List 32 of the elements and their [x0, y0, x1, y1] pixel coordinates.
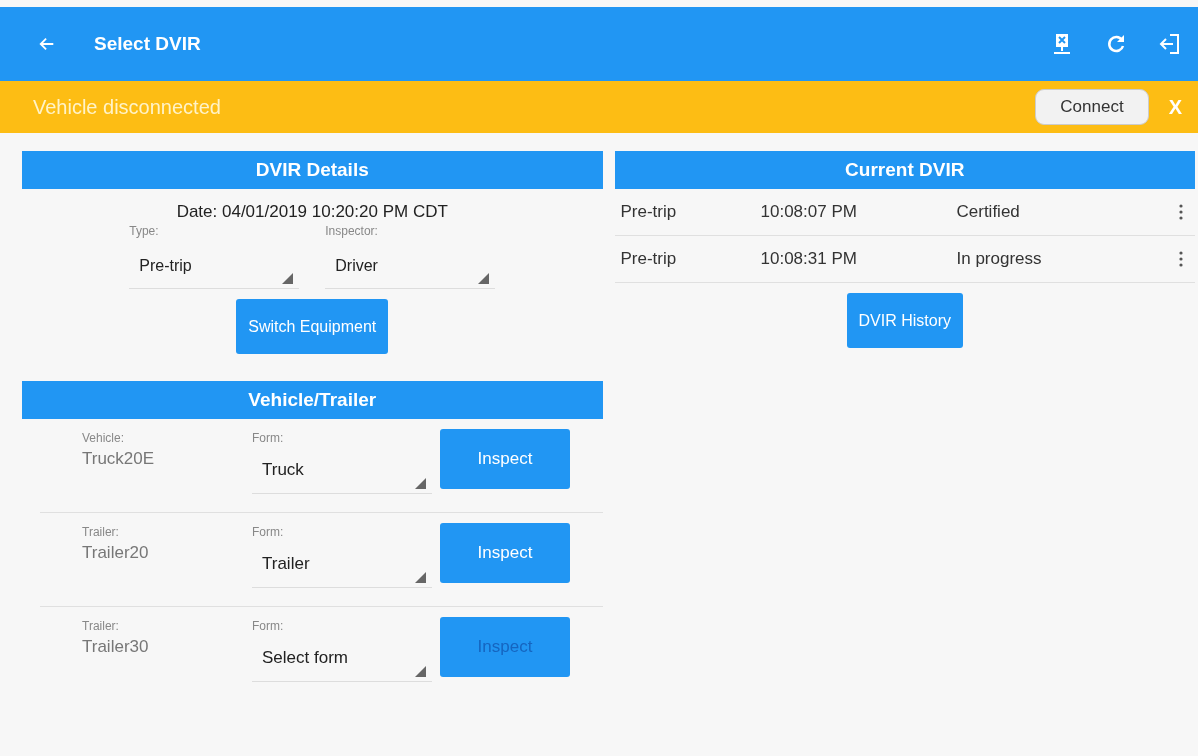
- dropdown[interactable]: Driver: [325, 244, 496, 289]
- form-label: Form:: [252, 431, 285, 445]
- section-header: Current DVIR: [614, 151, 1195, 189]
- unit-label: Vehicle:: [82, 431, 126, 445]
- field-label: Type:: [129, 224, 160, 238]
- field-label: Inspector:: [325, 224, 379, 238]
- form-label: Form:: [252, 525, 285, 539]
- section-header: DVIR Details: [22, 151, 603, 189]
- dvir-type: Pre-trip: [620, 202, 678, 222]
- unit-label: Trailer:: [82, 525, 120, 539]
- form-dropdown[interactable]: Truck: [252, 447, 432, 494]
- dvir-time: 10:08:31 PM: [760, 249, 858, 269]
- banner-message: Vehicle disconnected: [33, 95, 221, 119]
- dvir-status: Certified: [956, 202, 1021, 222]
- dropdown[interactable]: Pre-trip: [129, 244, 300, 289]
- unit-name: Truck20E: [82, 449, 156, 469]
- back-arrow-icon[interactable]: [38, 35, 56, 53]
- more-options-icon[interactable]: [1179, 251, 1183, 267]
- date-text: Date: 04/01/2019 10:20:20 PM CDT: [175, 202, 449, 222]
- dvir-time: 10:08:07 PM: [760, 202, 858, 222]
- screen-title: Select DVIR: [94, 33, 201, 55]
- section-header: Vehicle/Trailer: [22, 381, 603, 419]
- dvir-type: Pre-trip: [620, 249, 678, 269]
- logout-icon[interactable]: [1158, 32, 1182, 56]
- form-label: Form:: [252, 619, 285, 633]
- more-options-icon[interactable]: [1179, 204, 1183, 220]
- form-dropdown[interactable]: Trailer: [252, 541, 432, 588]
- unit-name: Trailer20: [82, 543, 150, 563]
- connect-button[interactable]: Connect: [1035, 89, 1149, 125]
- dvir-status: In progress: [956, 249, 1043, 269]
- unit-label: Trailer:: [82, 619, 120, 633]
- unit-name: Trailer30: [82, 637, 150, 657]
